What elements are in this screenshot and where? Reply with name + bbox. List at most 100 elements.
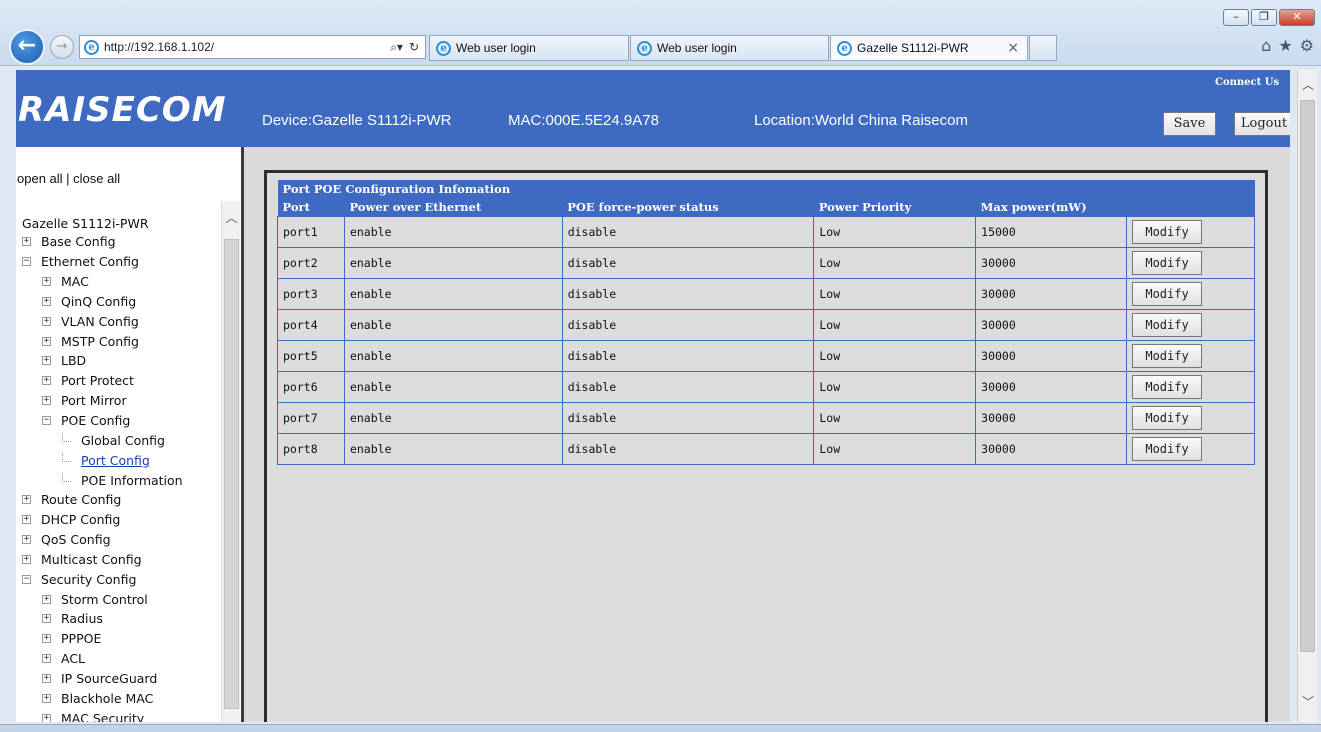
collapse-icon[interactable]: −: [42, 416, 51, 426]
sidebar-scroll-thumb[interactable]: [224, 239, 239, 709]
tab-gazelle[interactable]: e Gazelle S1112i-PWR ×: [830, 35, 1028, 61]
table-cell: 15000: [975, 215, 1128, 248]
sidebar-item-mac[interactable]: + MAC: [22, 272, 183, 292]
sidebar-item-port-config[interactable]: Port Config: [22, 450, 183, 470]
modify-button[interactable]: Modify: [1132, 250, 1203, 275]
sidebar-item-base-config[interactable]: + Base Config: [22, 232, 183, 252]
expand-icon[interactable]: +: [42, 277, 51, 287]
sidebar-item-storm-control[interactable]: + Storm Control: [22, 589, 183, 609]
expand-icon[interactable]: +: [42, 693, 51, 703]
expand-icon[interactable]: +: [42, 713, 51, 722]
sidebar-item-ip-sourceguard[interactable]: + IP SourceGuard: [22, 669, 183, 689]
search-dropdown-icon[interactable]: ⌕▾: [390, 40, 403, 55]
table-cell: disable: [561, 339, 815, 372]
sidebar-item-mac-security[interactable]: + MAC Security: [22, 708, 183, 722]
open-close-all-links[interactable]: open all | close all: [17, 171, 120, 186]
expand-icon[interactable]: +: [42, 634, 51, 644]
expand-icon[interactable]: +: [42, 316, 51, 326]
minimize-button[interactable]: –: [1223, 9, 1249, 26]
expand-icon[interactable]: +: [22, 554, 31, 564]
tab-web-user-login-2[interactable]: e Web user login: [630, 35, 829, 61]
sidebar-item-label: Storm Control: [61, 591, 148, 607]
save-button[interactable]: Save: [1163, 112, 1216, 136]
modify-button[interactable]: Modify: [1132, 436, 1203, 461]
collapse-icon[interactable]: −: [22, 257, 31, 267]
expand-icon[interactable]: +: [22, 237, 31, 247]
refresh-icon[interactable]: ↻: [409, 40, 419, 55]
sidebar-item-label: Port Protect: [61, 373, 134, 389]
address-text[interactable]: http://192.168.1.102/: [104, 40, 390, 54]
scroll-up-icon[interactable]: ︿: [1298, 76, 1318, 93]
new-tab-button[interactable]: [1029, 35, 1057, 61]
expand-icon[interactable]: +: [42, 296, 51, 306]
maximize-button[interactable]: ❐: [1251, 9, 1277, 26]
sidebar-item-radius[interactable]: + Radius: [22, 609, 183, 629]
modify-button[interactable]: Modify: [1132, 343, 1203, 368]
sidebar-item-security-config[interactable]: − Security Config: [22, 569, 183, 589]
expand-icon[interactable]: +: [42, 336, 51, 346]
collapse-icon[interactable]: −: [22, 574, 31, 584]
sidebar-item-label[interactable]: Port Config: [81, 453, 150, 468]
tree-root[interactable]: Gazelle S1112i-PWR: [22, 214, 183, 232]
expand-icon[interactable]: +: [42, 356, 51, 366]
sidebar-item-global-config[interactable]: Global Config: [22, 430, 183, 450]
sidebar-item-vlan-config[interactable]: + VLAN Config: [22, 311, 183, 331]
table-cell: disable: [561, 401, 815, 434]
sidebar-scrollbar[interactable]: ︿: [221, 201, 240, 722]
sidebar-item-mstp-config[interactable]: + MSTP Config: [22, 331, 183, 351]
sidebar-item-qos-config[interactable]: + QoS Config: [22, 530, 183, 550]
connect-us-link[interactable]: Connect Us: [1215, 77, 1279, 88]
sidebar-item-blackhole-mac[interactable]: + Blackhole MAC: [22, 688, 183, 708]
sidebar-item-pppoe[interactable]: + PPPOE: [22, 629, 183, 649]
modify-button[interactable]: Modify: [1132, 405, 1203, 430]
home-icon[interactable]: ⌂: [1261, 36, 1271, 55]
sidebar-item-port-mirror[interactable]: + Port Mirror: [22, 391, 183, 411]
close-window-button[interactable]: ✕: [1279, 9, 1315, 26]
expand-icon[interactable]: +: [42, 396, 51, 406]
sidebar-item-ethernet-config[interactable]: − Ethernet Config: [22, 252, 183, 272]
table-cell: Low: [813, 370, 977, 403]
sidebar-item-route-config[interactable]: + Route Config: [22, 490, 183, 510]
settings-gear-icon[interactable]: ⚙: [1300, 36, 1314, 55]
logout-button[interactable]: Logout: [1234, 112, 1290, 136]
table-cell: Low: [813, 215, 977, 248]
page-scrollbar[interactable]: ︿ ﹀: [1297, 70, 1317, 722]
back-button[interactable]: ←: [9, 29, 45, 65]
page-scroll-thumb[interactable]: [1300, 100, 1315, 652]
sidebar-item-acl[interactable]: + ACL: [22, 649, 183, 669]
expand-icon[interactable]: +: [42, 594, 51, 604]
expand-icon[interactable]: +: [22, 495, 31, 505]
table-cell: enable: [343, 370, 563, 403]
sidebar-item-port-protect[interactable]: + Port Protect: [22, 371, 183, 391]
sidebar-item-qinq-config[interactable]: + QinQ Config: [22, 292, 183, 312]
sidebar-item-dhcp-config[interactable]: + DHCP Config: [22, 510, 183, 530]
forward-button[interactable]: →: [50, 35, 74, 59]
sidebar-item-label: Radius: [61, 611, 103, 627]
scroll-up-icon[interactable]: ︿: [222, 209, 241, 225]
sidebar-item-poe-information[interactable]: POE Information: [22, 470, 183, 490]
sidebar-item-multicast-config[interactable]: + Multicast Config: [22, 550, 183, 570]
frame-divider[interactable]: [241, 147, 244, 722]
expand-icon[interactable]: +: [22, 515, 31, 525]
expand-icon[interactable]: +: [42, 654, 51, 664]
table-row: port5 enable disable Low 30000 Modify: [277, 339, 1255, 372]
tab-web-user-login-1[interactable]: e Web user login: [429, 35, 629, 61]
modify-button[interactable]: Modify: [1132, 219, 1203, 244]
modify-button[interactable]: Modify: [1132, 281, 1203, 306]
favorites-star-icon[interactable]: ★: [1278, 36, 1292, 55]
action-cell: Modify: [1126, 215, 1255, 248]
expand-icon[interactable]: +: [22, 535, 31, 545]
expand-icon[interactable]: +: [42, 614, 51, 624]
expand-icon[interactable]: +: [42, 673, 51, 683]
modify-button[interactable]: Modify: [1132, 312, 1203, 337]
close-tab-icon[interactable]: ×: [1007, 40, 1019, 56]
table-cell: disable: [561, 215, 815, 248]
scroll-down-icon[interactable]: ﹀: [1298, 693, 1318, 710]
action-cell: Modify: [1126, 246, 1255, 279]
address-bar[interactable]: e http://192.168.1.102/ ⌕▾ ↻: [79, 35, 426, 59]
modify-button[interactable]: Modify: [1132, 374, 1203, 399]
table-body: port1 enable disable Low 15000 Modify port2 ena…: [277, 215, 1255, 465]
sidebar-item-poe-config[interactable]: − POE Config: [22, 411, 183, 431]
expand-icon[interactable]: +: [42, 376, 51, 386]
sidebar-item-lbd[interactable]: + LBD: [22, 351, 183, 371]
